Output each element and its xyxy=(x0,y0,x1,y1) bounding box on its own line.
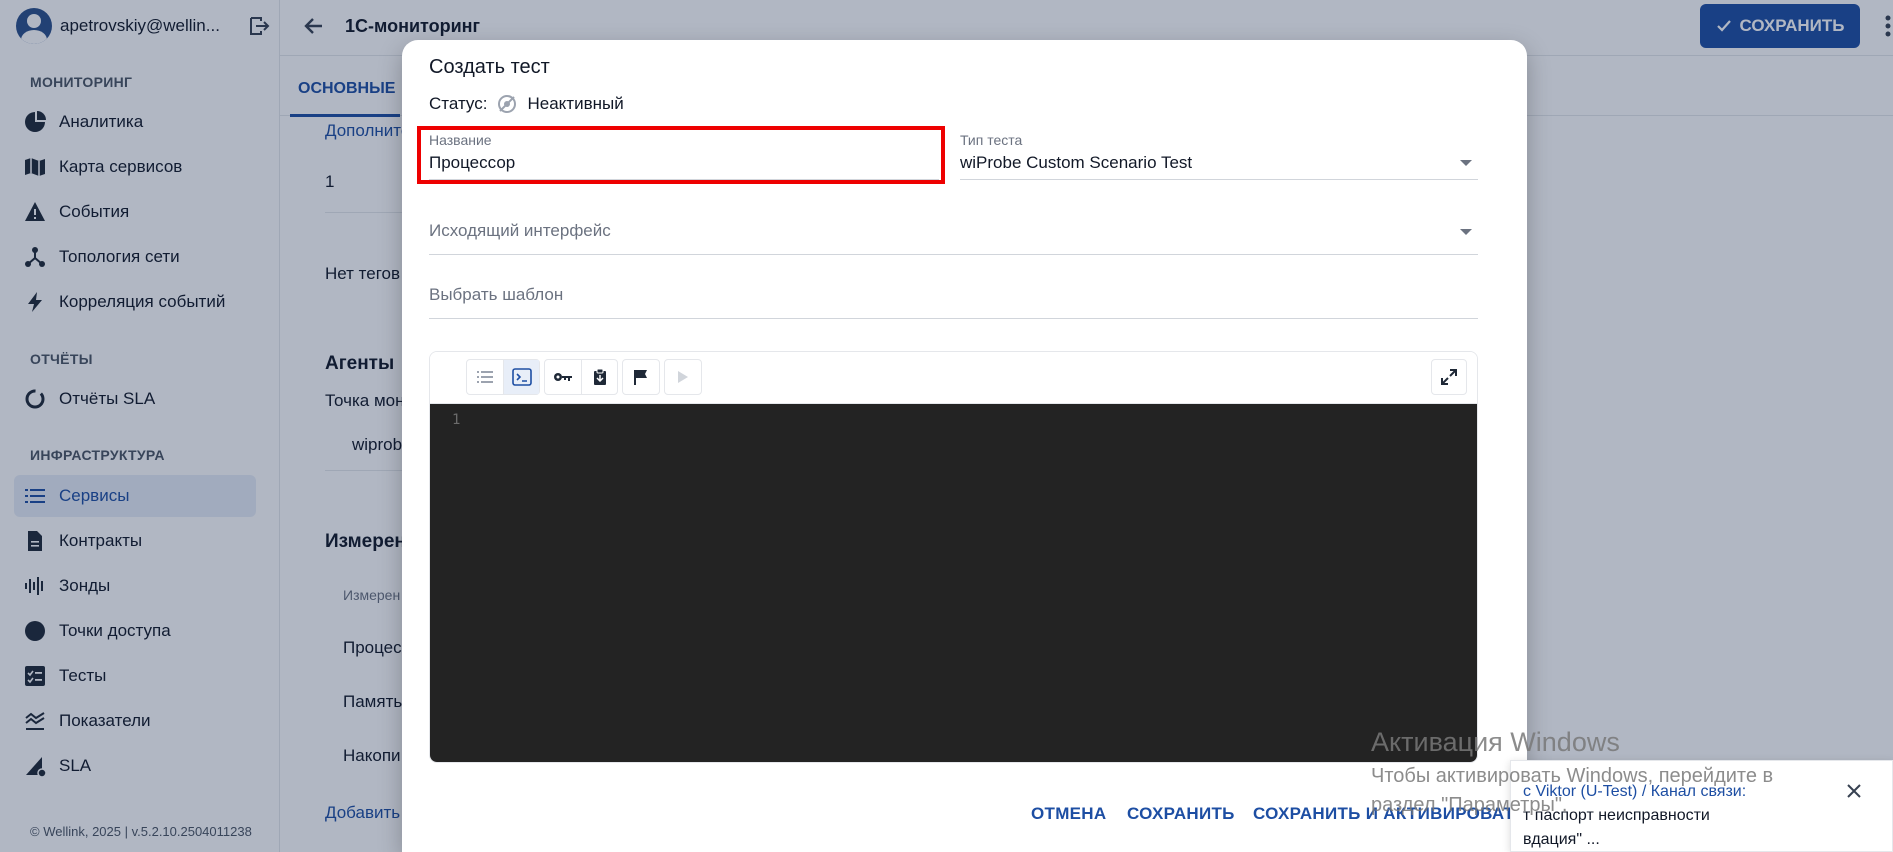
code-area[interactable]: 1 xyxy=(430,404,1477,762)
line-number: 1 xyxy=(452,412,461,428)
clipboard-icon xyxy=(593,369,606,385)
test-type-value: wiProbe Custom Scenario Test xyxy=(960,153,1193,172)
outgoing-interface-select[interactable]: Исходящий интерфейс xyxy=(429,217,1478,255)
windows-activation-text: Чтобы активировать Windows, перейдите в xyxy=(1371,765,1774,787)
terminal-icon xyxy=(511,368,532,386)
create-test-dialog: Создать тест Статус: Неактивный Название… xyxy=(402,40,1527,852)
status-value: Неактивный xyxy=(527,94,624,113)
chevron-down-icon xyxy=(1460,160,1472,166)
highlight-box xyxy=(417,126,945,184)
secrets-group xyxy=(544,359,618,395)
windows-activation-text: раздел "Параметры". xyxy=(1371,794,1568,816)
list-view-button[interactable] xyxy=(467,360,503,394)
script-editor: 1 xyxy=(429,351,1478,763)
windows-activation-title: Активация Windows xyxy=(1371,727,1620,757)
status-row: Статус: Неактивный xyxy=(429,94,624,114)
clipboard-button[interactable] xyxy=(581,360,617,394)
chevron-down-icon xyxy=(1460,229,1472,235)
test-type-select[interactable]: Тип теста wiProbe Custom Scenario Test xyxy=(960,132,1478,180)
run-button[interactable] xyxy=(665,360,701,394)
play-icon xyxy=(678,371,688,383)
run-group xyxy=(664,359,702,395)
test-type-label: Тип теста xyxy=(960,132,1023,148)
expand-icon xyxy=(1441,369,1457,385)
view-mode-group xyxy=(466,359,540,395)
editor-toolbar xyxy=(430,352,1477,404)
key-icon xyxy=(554,373,572,381)
list-icon xyxy=(477,371,493,383)
cancel-button[interactable]: ОТМЕНА xyxy=(1031,804,1106,824)
dialog-title: Создать тест xyxy=(429,56,550,78)
flag-icon xyxy=(634,370,647,385)
key-button[interactable] xyxy=(545,360,581,394)
flag-button[interactable] xyxy=(623,360,659,394)
template-select[interactable]: Выбрать шаблон xyxy=(429,281,1478,319)
outgoing-interface-placeholder: Исходящий интерфейс xyxy=(429,221,611,240)
status-label: Статус: xyxy=(429,94,488,113)
close-icon[interactable] xyxy=(1846,783,1862,799)
template-placeholder: Выбрать шаблон xyxy=(429,285,564,304)
terminal-view-button[interactable] xyxy=(503,360,539,394)
inactive-status-icon xyxy=(498,95,517,113)
save-button[interactable]: СОХРАНИТЬ xyxy=(1127,804,1235,824)
fullscreen-button[interactable] xyxy=(1431,359,1467,395)
flag-group xyxy=(622,359,660,395)
toast-line: вдация" ... xyxy=(1523,831,1600,848)
